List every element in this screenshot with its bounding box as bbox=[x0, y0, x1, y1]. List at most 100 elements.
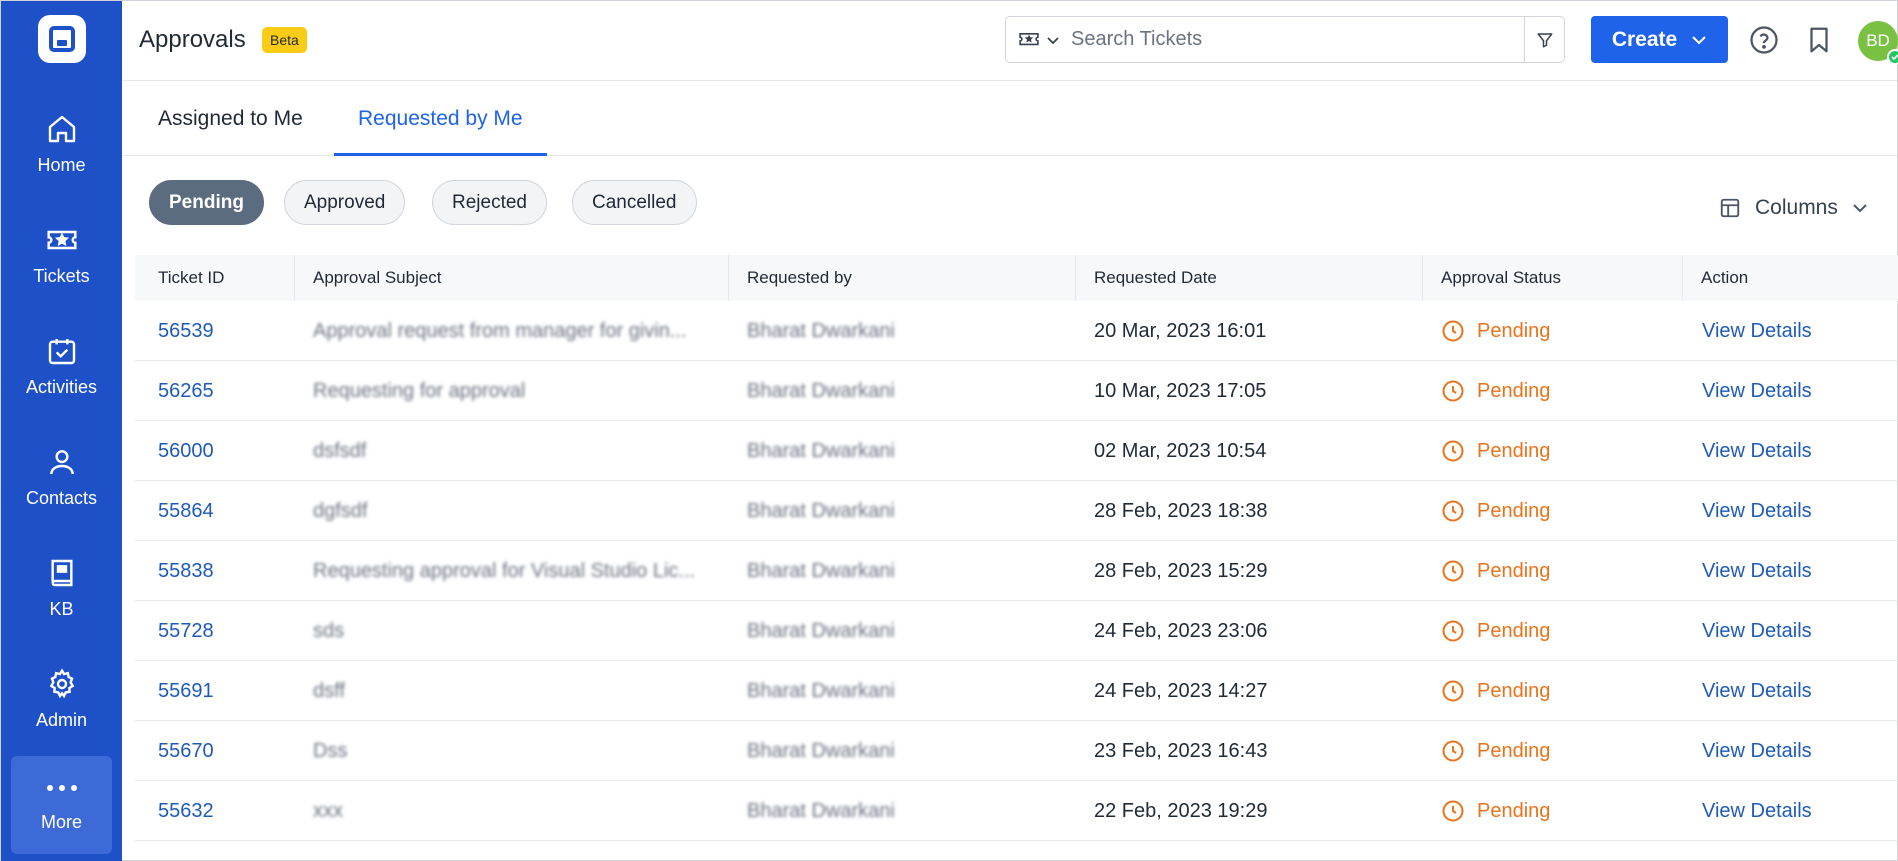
sidebar-item-label: Tickets bbox=[33, 266, 90, 286]
table-row: 55728 sds Bharat Dwarkani 24 Feb, 2023 2… bbox=[135, 601, 1898, 661]
requested-date-cell: 24 Feb, 2023 23:06 bbox=[1094, 620, 1268, 642]
filter-chip-rejected[interactable]: Rejected bbox=[432, 180, 547, 225]
tab-requested-by-me[interactable]: Requested by Me bbox=[334, 81, 547, 156]
beta-badge: Beta bbox=[262, 27, 307, 53]
sidebar-item-more[interactable]: More bbox=[11, 756, 112, 854]
clock-icon bbox=[1442, 680, 1464, 702]
filter-chip-pending[interactable]: Pending bbox=[149, 180, 264, 225]
sidebar-item-activities[interactable]: Activities bbox=[1, 311, 122, 422]
status-text: Pending bbox=[1477, 620, 1551, 642]
requested-date-cell: 02 Mar, 2023 10:54 bbox=[1094, 440, 1267, 462]
column-header-approval-subject[interactable]: Approval Subject bbox=[313, 255, 442, 301]
approval-status-cell: Pending bbox=[1441, 721, 1681, 781]
bookmark-icon[interactable] bbox=[1804, 25, 1834, 55]
ticket-id-link[interactable]: 55838 bbox=[158, 541, 288, 601]
ticket-id-link[interactable]: 56000 bbox=[158, 421, 288, 481]
search-box bbox=[1005, 16, 1565, 63]
columns-label: Columns bbox=[1755, 196, 1838, 219]
approval-status-cell: Pending bbox=[1441, 481, 1681, 541]
approval-status-cell: Pending bbox=[1441, 301, 1681, 361]
sidebar-item-label: Admin bbox=[35, 710, 88, 730]
requested-date-cell: 24 Feb, 2023 14:27 bbox=[1094, 680, 1268, 702]
column-header-requested-date[interactable]: Requested Date bbox=[1094, 255, 1217, 301]
sidebar-item-label: Contacts bbox=[25, 488, 98, 508]
app-logo[interactable] bbox=[37, 15, 86, 63]
requested-date-cell: 22 Feb, 2023 19:29 bbox=[1094, 800, 1268, 822]
chevron-down-icon bbox=[1692, 35, 1706, 44]
approval-status-cell: Pending bbox=[1441, 661, 1681, 721]
table-row: 56265 Requesting for approval Bharat Dwa… bbox=[135, 361, 1898, 421]
filter-chip-approved[interactable]: Approved bbox=[284, 180, 406, 225]
requested-date-cell: 23 Feb, 2023 16:43 bbox=[1094, 740, 1268, 762]
column-header-action[interactable]: Action bbox=[1701, 255, 1748, 301]
search-filter-button[interactable] bbox=[1524, 17, 1564, 62]
clock-icon bbox=[1442, 620, 1464, 642]
search-type-dropdown[interactable] bbox=[1006, 17, 1071, 62]
approval-status-cell: Pending bbox=[1441, 541, 1681, 601]
view-details-link[interactable]: View Details bbox=[1702, 361, 1892, 421]
person-icon bbox=[49, 450, 74, 475]
column-header-ticket-id[interactable]: Ticket ID bbox=[158, 255, 224, 301]
column-header-approval-status[interactable]: Approval Status bbox=[1441, 255, 1561, 301]
chevron-down-icon bbox=[1853, 204, 1867, 213]
sidebar-item-tickets[interactable]: Tickets bbox=[1, 200, 122, 311]
ticket-id-link[interactable]: 55728 bbox=[158, 601, 288, 661]
table-row: 55670 Dss Bharat Dwarkani 23 Feb, 2023 1… bbox=[135, 721, 1898, 781]
sidebar-item-admin[interactable]: Admin bbox=[1, 644, 122, 755]
view-details-link[interactable]: View Details bbox=[1702, 541, 1892, 601]
view-details-link[interactable]: View Details bbox=[1702, 301, 1892, 361]
ticket-id-link[interactable]: 55632 bbox=[158, 781, 288, 841]
create-button-label: Create bbox=[1611, 27, 1678, 51]
approval-subject-cell: dgfsdf bbox=[313, 500, 368, 522]
clock-icon bbox=[1442, 740, 1464, 762]
ticket-id-link[interactable]: 55670 bbox=[158, 721, 288, 781]
view-details-link[interactable]: View Details bbox=[1702, 481, 1892, 541]
requested-by-cell: Bharat Dwarkani bbox=[747, 500, 895, 522]
help-icon[interactable] bbox=[1749, 25, 1779, 55]
view-details-link[interactable]: View Details bbox=[1702, 601, 1892, 661]
requested-by-cell: Bharat Dwarkani bbox=[747, 680, 895, 702]
approval-status-cell: Pending bbox=[1441, 781, 1681, 841]
requested-by-cell: Bharat Dwarkani bbox=[747, 620, 895, 642]
requested-by-cell: Bharat Dwarkani bbox=[747, 440, 895, 462]
ticket-id-link[interactable]: 55691 bbox=[158, 661, 288, 721]
sidebar-item-home[interactable]: Home bbox=[1, 89, 122, 200]
ticket-icon bbox=[1018, 32, 1039, 45]
approval-status-cell: Pending bbox=[1441, 601, 1681, 661]
ticket-id-link[interactable]: 56265 bbox=[158, 361, 288, 421]
chevron-down-icon bbox=[1046, 36, 1059, 44]
columns-icon bbox=[1720, 198, 1740, 218]
columns-button[interactable]: Columns bbox=[1719, 194, 1868, 222]
view-details-link[interactable]: View Details bbox=[1702, 421, 1892, 481]
table-row: 56539 Approval request from manager for … bbox=[135, 301, 1898, 361]
table-body: 56539 Approval request from manager for … bbox=[135, 301, 1898, 841]
filter-chip-cancelled[interactable]: Cancelled bbox=[572, 180, 697, 225]
online-status-icon bbox=[1887, 49, 1898, 65]
ticket-id-link[interactable]: 56539 bbox=[158, 301, 288, 361]
status-text: Pending bbox=[1477, 500, 1551, 522]
view-details-link[interactable]: View Details bbox=[1702, 721, 1892, 781]
sidebar-item-contacts[interactable]: Contacts bbox=[1, 422, 122, 533]
ticket-icon bbox=[46, 230, 77, 250]
sidebar-item-kb[interactable]: KB bbox=[1, 533, 122, 644]
status-text: Pending bbox=[1477, 320, 1551, 342]
gear-icon bbox=[49, 668, 74, 699]
approval-subject-cell: dsfsdf bbox=[313, 440, 367, 462]
requested-date-cell: 28 Feb, 2023 15:29 bbox=[1094, 560, 1268, 582]
clock-icon bbox=[1442, 500, 1464, 522]
requested-by-cell: Bharat Dwarkani bbox=[747, 800, 895, 822]
status-text: Pending bbox=[1477, 800, 1551, 822]
ticket-id-link[interactable]: 55864 bbox=[158, 481, 288, 541]
tab-assigned-to-me[interactable]: Assigned to Me bbox=[134, 81, 327, 156]
approval-subject-cell: xxx bbox=[313, 800, 343, 822]
view-details-link[interactable]: View Details bbox=[1702, 661, 1892, 721]
status-text: Pending bbox=[1477, 560, 1551, 582]
page-title: Approvals bbox=[139, 26, 246, 53]
view-details-link[interactable]: View Details bbox=[1702, 781, 1892, 841]
create-button[interactable]: Create bbox=[1591, 16, 1728, 63]
table-header: Ticket ID Approval Subject Requested by … bbox=[135, 255, 1898, 301]
requested-by-cell: Bharat Dwarkani bbox=[747, 560, 895, 582]
clock-icon bbox=[1442, 800, 1464, 822]
column-header-requested-by[interactable]: Requested by bbox=[747, 255, 852, 301]
search-input[interactable] bbox=[1071, 17, 1524, 62]
